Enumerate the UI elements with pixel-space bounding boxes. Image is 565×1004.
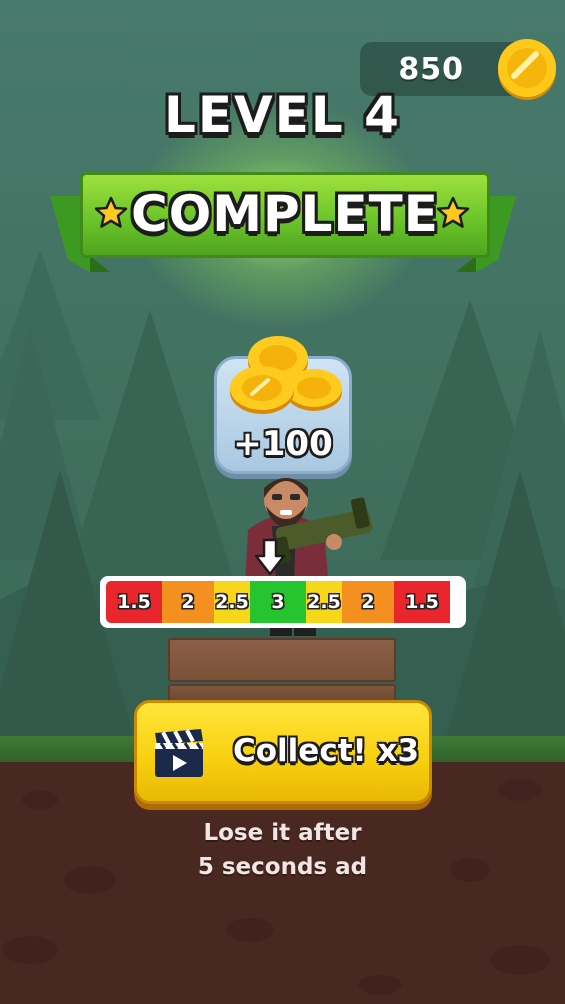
multiplier-segment: 2.5 xyxy=(306,581,342,623)
coin-count: 850 xyxy=(398,52,464,87)
multiplier-segment: 2 xyxy=(342,581,394,623)
star-icon xyxy=(94,196,128,228)
lose-reward-note: Lose it after 5 seconds ad xyxy=(0,816,565,884)
banner-body: COMPLETE xyxy=(80,172,490,258)
wood-plank xyxy=(168,638,396,682)
multiplier-segment: 2 xyxy=(162,581,214,623)
note-line-2: 5 seconds ad xyxy=(197,854,368,880)
star-icon xyxy=(436,196,470,228)
collect-x3-button[interactable]: Collect! x3 xyxy=(134,700,432,804)
multiplier-segment: 3 xyxy=(250,581,306,623)
down-arrow-icon xyxy=(254,538,286,576)
game-scene: 850 LEVEL 4 COMPLETE +100 1.5 2 2.5 3 2.… xyxy=(0,0,565,1004)
coin-stack-icon xyxy=(230,336,342,414)
note-line-1: Lose it after xyxy=(203,820,362,846)
multiplier-bar: 1.5 2 2.5 3 2.5 2 1.5 xyxy=(100,576,466,628)
multiplier-segments: 1.5 2 2.5 3 2.5 2 1.5 xyxy=(106,581,460,623)
level-title: LEVEL 4 xyxy=(164,86,401,144)
complete-text: COMPLETE xyxy=(131,185,439,243)
multiplier-segment: 1.5 xyxy=(106,581,162,623)
multiplier-segment: 1.5 xyxy=(394,581,450,623)
multiplier-segment: 2.5 xyxy=(214,581,250,623)
collect-label: Collect! x3 xyxy=(233,733,420,769)
clapperboard-icon xyxy=(155,729,203,777)
reward-amount: +100 xyxy=(233,424,333,464)
complete-banner: COMPLETE xyxy=(50,172,516,277)
